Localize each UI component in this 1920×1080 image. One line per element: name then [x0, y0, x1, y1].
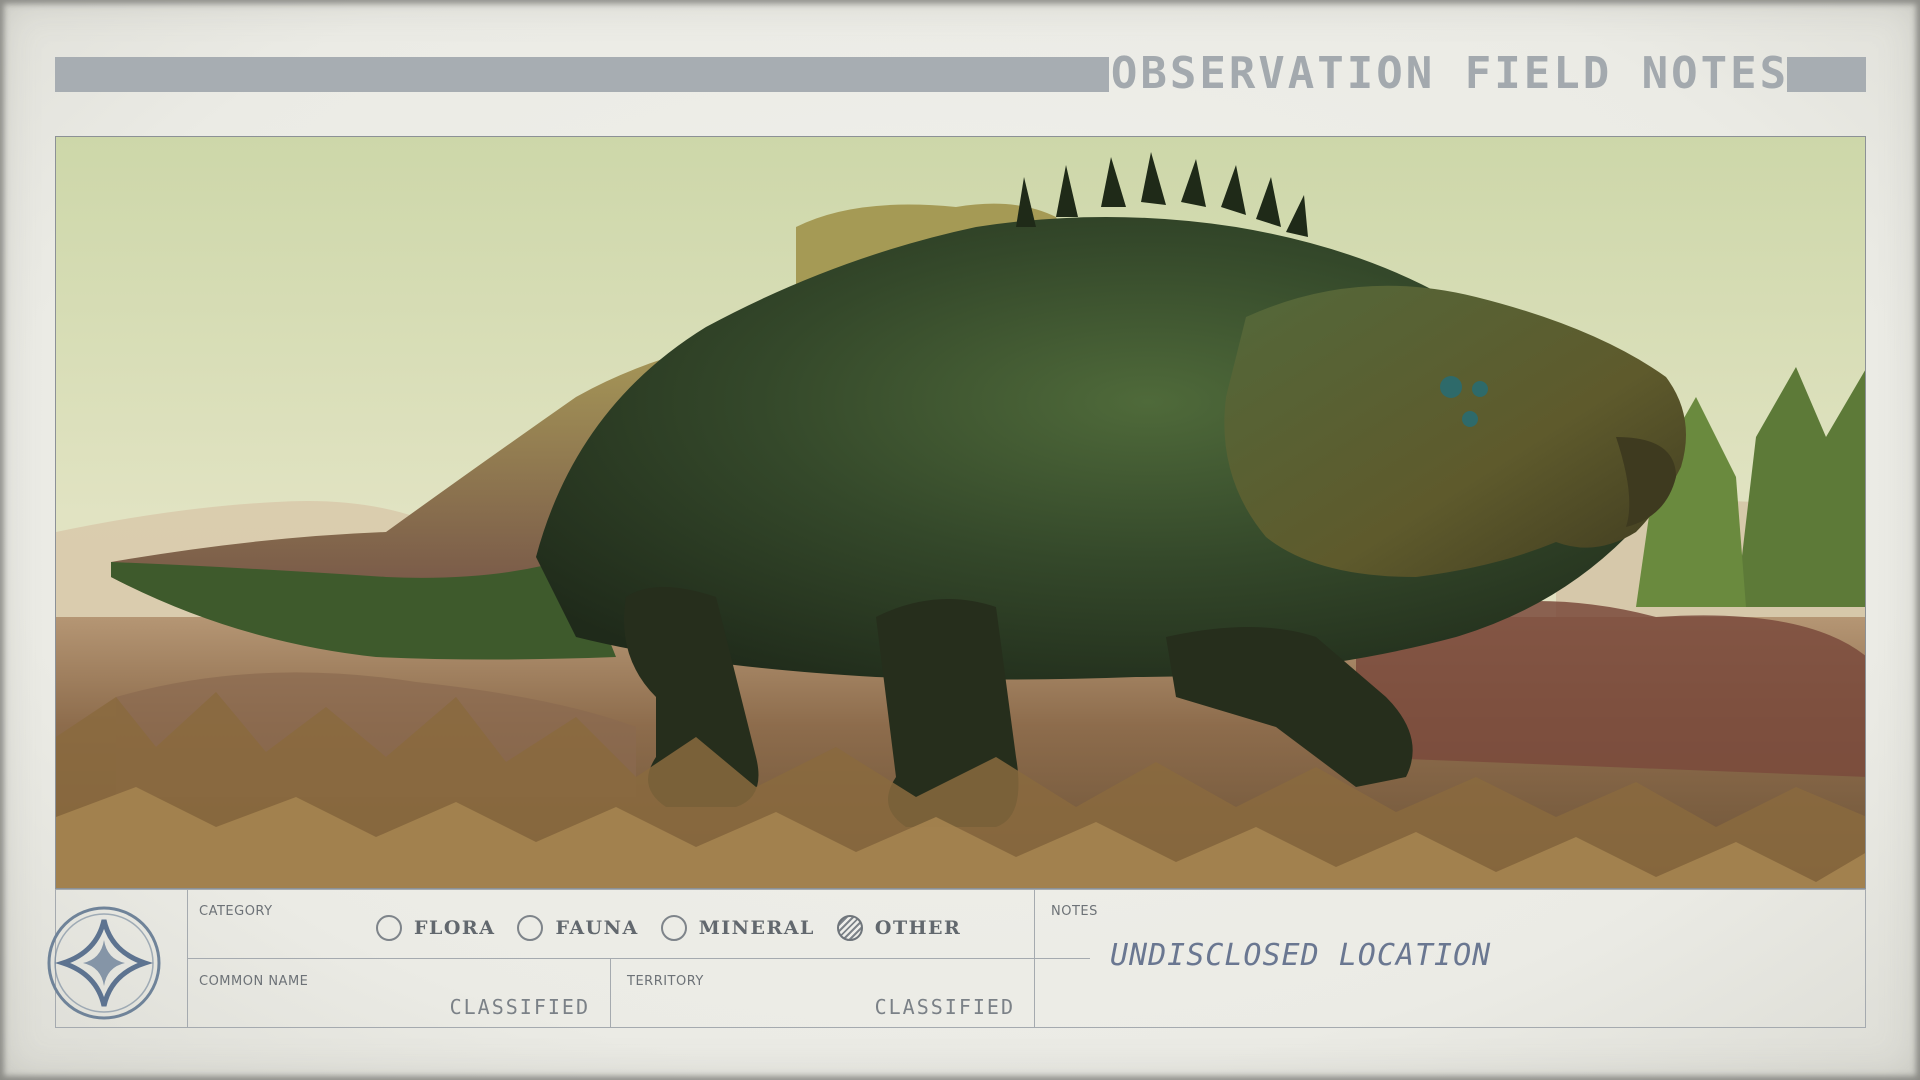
footer-divider [1034, 890, 1035, 1027]
category-radio-flora[interactable]: FLORA [376, 915, 495, 941]
footer-divider [187, 958, 1090, 959]
category-option-label: FAUNA [555, 917, 639, 939]
radio-selected-icon [836, 915, 863, 941]
category-label: CATEGORY [199, 904, 273, 919]
constellation-emblem-icon [47, 906, 161, 1020]
radio-circle-icon [517, 915, 544, 941]
territory-value: CLASSIFIED [874, 995, 1015, 1019]
creature-photo [55, 136, 1866, 889]
category-option-label: MINERAL [698, 917, 815, 939]
category-option-label: OTHER [874, 917, 962, 939]
category-option-label: FLORA [414, 917, 496, 939]
header-bar-left [55, 57, 1109, 92]
category-radio-mineral[interactable]: MINERAL [660, 915, 815, 941]
footer-divider [610, 958, 611, 1027]
notes-value: UNDISCLOSED LOCATION [1110, 938, 1492, 973]
page-title: OBSERVATION FIELD NOTES [1110, 48, 1790, 99]
notes-label: NOTES [1051, 904, 1098, 919]
category-radio-group: FLORA FAUNA MINERAL OTHER [376, 911, 983, 945]
creature-photo-illustration [56, 137, 1865, 888]
radio-circle-icon [660, 915, 687, 941]
field-notes-card: OBSERVATION FIELD NOTES CATEGORY FLORA F… [0, 0, 1920, 1080]
radio-circle-icon [376, 915, 402, 941]
category-radio-fauna[interactable]: FAUNA [517, 915, 638, 941]
common-name-value: CLASSIFIED [449, 995, 590, 1019]
territory-label: TERRITORY [627, 974, 704, 989]
header-bar-right [1787, 57, 1866, 92]
category-radio-other[interactable]: OTHER [836, 915, 962, 941]
common-name-label: COMMON NAME [199, 974, 309, 989]
